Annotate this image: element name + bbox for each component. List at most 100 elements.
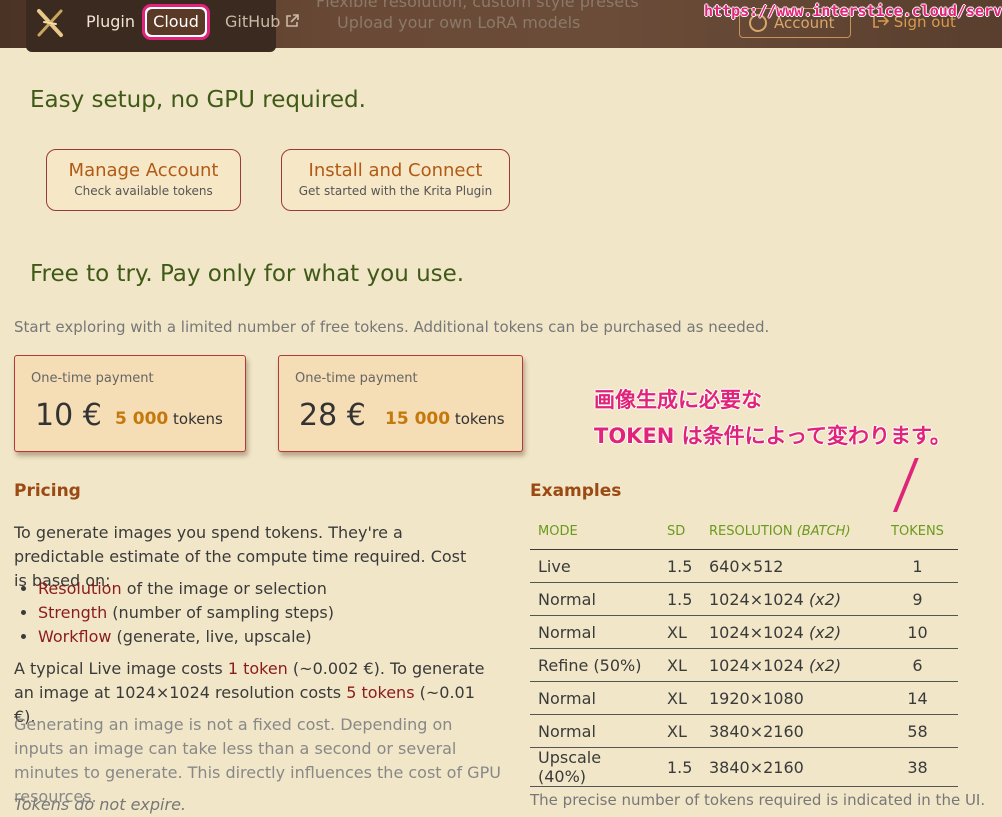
table-row: Normal XL 1920×1080 14 (530, 681, 958, 715)
batch-value: (x2) (808, 589, 842, 609)
resolution-value: 1024×1024 (709, 622, 804, 642)
cost-factor-term: Resolution (38, 579, 122, 598)
nav-github-label: GitHub (225, 12, 281, 31)
cell-sd: XL (659, 648, 701, 682)
text-segment: A typical Live image costs (14, 659, 228, 678)
jp-annotation-line-2: TOKEN は条件によって変わります。 (594, 424, 951, 448)
cost-factor-detail: (number of sampling steps) (107, 603, 334, 622)
price-card-10-eur[interactable]: One-time payment 10 € 5 000 tokens (14, 355, 246, 452)
col-header-sd: SD (659, 513, 701, 550)
cell-sd: XL (659, 714, 701, 748)
install-connect-title: Install and Connect (308, 160, 483, 181)
five-tokens-highlight: 5 tokens (346, 683, 415, 702)
token-count: 15 000 (385, 409, 451, 429)
cell-mode: Refine (50%) (530, 648, 659, 682)
resolution-value: 1920×1080 (709, 688, 804, 708)
price-card-label: One-time payment (31, 371, 154, 386)
token-unit: tokens (454, 410, 505, 428)
cell-tokens: 10 (877, 615, 958, 649)
price-card-label: One-time payment (295, 371, 418, 386)
table-row: Normal XL 3840×2160 58 (530, 714, 958, 748)
setup-heading: Easy setup, no GPU required. (30, 87, 366, 113)
cell-sd: XL (659, 681, 701, 715)
pricing-heading: Pricing (14, 481, 81, 501)
table-header-row: MODE SD RESOLUTION (BATCH) TOKENS (530, 513, 958, 550)
cell-mode: Normal (530, 681, 659, 715)
cell-resolution: 1024×1024 (x2) (701, 582, 877, 616)
cell-tokens: 6 (877, 648, 958, 682)
install-connect-subtitle: Get started with the Krita Plugin (298, 184, 493, 198)
cell-mode: Normal (530, 615, 659, 649)
cost-factors-list: Resolution of the image or selection Str… (14, 577, 334, 649)
examples-footnote: The precise number of tokens required is… (530, 791, 986, 809)
col-header-mode: MODE (530, 513, 659, 550)
price-card-28-eur[interactable]: One-time payment 28 € 15 000 tokens (278, 355, 523, 452)
batch-value: (x2) (808, 622, 842, 642)
feature-flexible-resolution: Flexible resolution, custom style preset… (316, 0, 639, 11)
cell-resolution: 640×512 (701, 549, 877, 583)
cost-factor-term: Workflow (38, 627, 112, 646)
token-count: 5 000 (115, 409, 169, 429)
cell-sd: 1.5 (659, 549, 701, 583)
cell-mode: Live (530, 549, 659, 583)
install-connect-button[interactable]: Install and Connect Get started with the… (281, 149, 510, 211)
table-row: Normal 1.5 1024×1024 (x2) 9 (530, 582, 958, 616)
nav-github-link[interactable]: GitHub (225, 12, 300, 31)
table-row: Refine (50%) XL 1024×1024 (x2) 6 (530, 648, 958, 682)
cost-factor-detail: of the image or selection (121, 579, 327, 598)
cell-tokens: 9 (877, 582, 958, 616)
batch-value: (x2) (808, 655, 842, 675)
cost-factor-detail: (generate, live, upscale) (111, 627, 312, 646)
list-item: Strength (number of sampling steps) (38, 601, 334, 625)
cost-factor-term: Strength (38, 603, 108, 622)
cell-sd: 1.5 (659, 747, 701, 787)
resolution-value: 3840×2160 (709, 757, 804, 777)
cell-mode: Upscale (40%) (530, 747, 659, 787)
cell-resolution: 3840×2160 (701, 747, 877, 787)
resolution-value: 3840×2160 (709, 721, 804, 741)
cell-mode: Normal (530, 582, 659, 616)
cell-sd: XL (659, 615, 701, 649)
resolution-value: 1024×1024 (709, 655, 804, 675)
free-trial-heading: Free to try. Pay only for what you use. (30, 261, 465, 287)
jp-annotation-line-1: 画像生成に必要な (594, 388, 762, 412)
external-link-icon (286, 14, 300, 27)
cell-sd: 1.5 (659, 582, 701, 616)
price-card-tokens: 15 000 tokens (385, 409, 505, 429)
cell-resolution: 1024×1024 (x2) (701, 648, 877, 682)
tokens-expiry-note: Tokens do not expire. (14, 795, 186, 814)
manage-account-subtitle: Check available tokens (74, 184, 213, 198)
feature-upload-lora: Upload your own LoRA models (337, 13, 581, 32)
cell-resolution: 1024×1024 (x2) (701, 615, 877, 649)
one-token-highlight: 1 token (227, 659, 288, 678)
examples-heading: Examples (530, 481, 622, 501)
col-header-resolution: RESOLUTION (BATCH) (701, 513, 877, 550)
examples-table-body: Live 1.5 640×512 1 Normal 1.5 1024×1024 … (530, 549, 958, 787)
cell-tokens: 38 (877, 747, 958, 787)
list-item: Resolution of the image or selection (38, 577, 334, 601)
price-card-tokens: 5 000 tokens (115, 409, 223, 429)
nav-cloud-link[interactable]: Cloud (142, 4, 210, 40)
manage-account-title: Manage Account (68, 160, 219, 181)
batch-header-label: (BATCH) (796, 523, 851, 539)
cell-tokens: 14 (877, 681, 958, 715)
cell-tokens: 58 (877, 714, 958, 748)
annotation-pointer-line (893, 458, 919, 512)
price-card-amount: 10 € (35, 398, 102, 433)
nav-cloud-label: Cloud (147, 9, 205, 35)
free-tokens-intro: Start exploring with a limited number of… (14, 318, 770, 336)
krita-ai-logo-icon[interactable] (36, 8, 64, 38)
col-header-tokens: TOKENS (877, 513, 958, 550)
nav-plugin-link[interactable]: Plugin (86, 12, 135, 31)
resolution-value: 640×512 (709, 556, 784, 576)
url-annotation: https://www.interstice.cloud/service (704, 2, 1002, 20)
resolution-value: 1024×1024 (709, 589, 804, 609)
cell-resolution: 1920×1080 (701, 681, 877, 715)
price-card-amount: 28 € (299, 398, 366, 433)
table-row: Normal XL 1024×1024 (x2) 10 (530, 615, 958, 649)
examples-table: MODE SD RESOLUTION (BATCH) TOKENS Live 1… (530, 513, 958, 787)
list-item: Workflow (generate, live, upscale) (38, 625, 334, 649)
table-row: Upscale (40%) 1.5 3840×2160 38 (530, 747, 958, 787)
cell-mode: Normal (530, 714, 659, 748)
manage-account-button[interactable]: Manage Account Check available tokens (46, 149, 241, 211)
